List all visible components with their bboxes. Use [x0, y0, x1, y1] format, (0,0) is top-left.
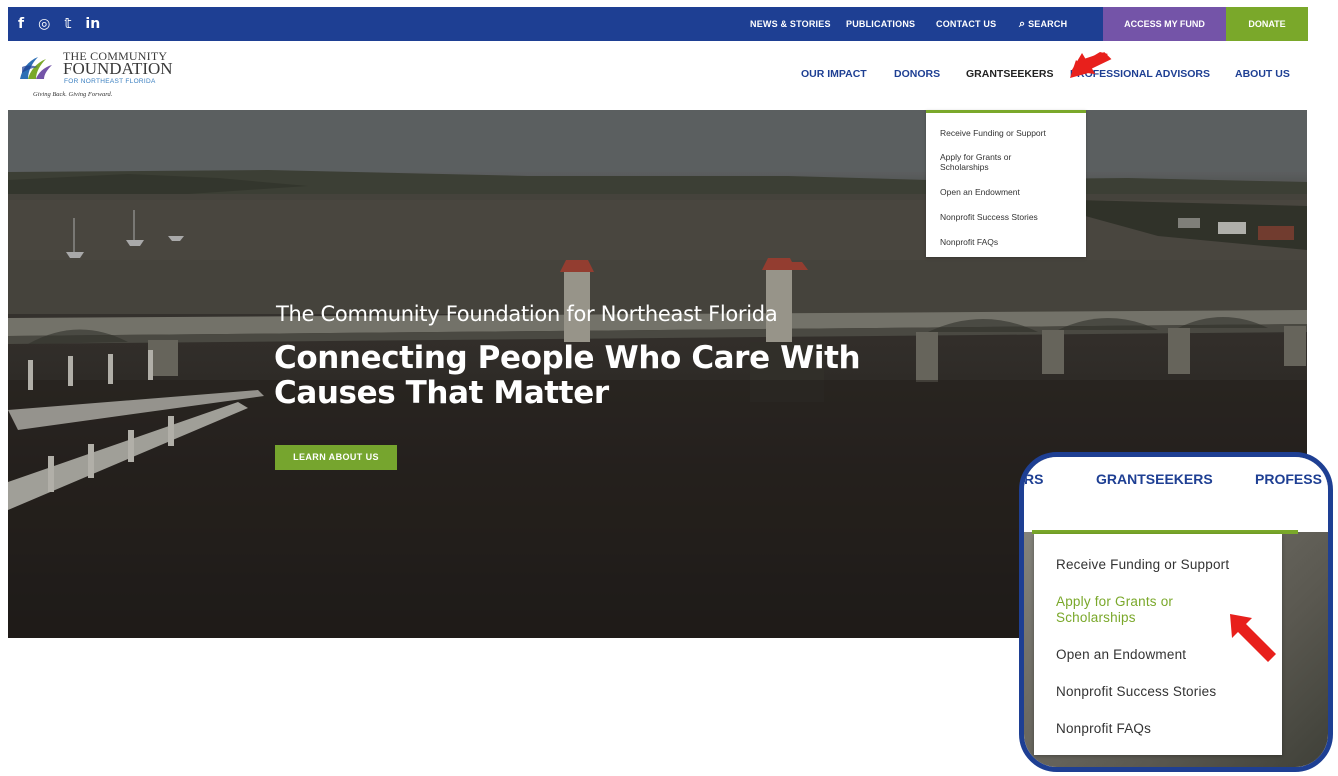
logo-tagline: Giving Back. Giving Forward. [33, 91, 113, 98]
donate-button[interactable]: DONATE [1226, 7, 1308, 41]
nav-our-impact[interactable]: OUR IMPACT [801, 68, 867, 80]
zoom-item-faqs[interactable]: Nonprofit FAQs [1056, 721, 1276, 737]
dropdown-item-success-stories[interactable]: Nonprofit Success Stories [940, 212, 1080, 222]
zoom-item-success-stories[interactable]: Nonprofit Success Stories [1056, 684, 1276, 700]
hero-title: Connecting People Who Care With Causes T… [274, 340, 861, 411]
linkedin-icon[interactable]: in [85, 7, 100, 41]
learn-about-us-button[interactable]: LEARN ABOUT US [275, 445, 397, 470]
search-icon: ⌕ [1019, 18, 1026, 30]
zoom-nav-partial-right: PROFESS [1255, 471, 1322, 487]
grantseekers-dropdown: Receive Funding or Support Apply for Gra… [926, 110, 1086, 257]
zoom-item-apply-grants[interactable]: Apply for Grants or Scholarships [1056, 594, 1226, 626]
news-stories-link[interactable]: NEWS & STORIES [750, 7, 831, 41]
zoom-item-receive-funding[interactable]: Receive Funding or Support [1056, 557, 1276, 573]
annotation-arrow-zoom [1230, 614, 1276, 662]
facebook-icon[interactable]: f [18, 7, 24, 41]
logo-text-line2: FOUNDATION [63, 59, 173, 78]
foundation-logo-icon [20, 57, 52, 79]
hero-subtitle: The Community Foundation for Northeast F… [276, 302, 778, 326]
zoom-nav-strip [1024, 457, 1328, 532]
dropdown-item-faqs[interactable]: Nonprofit FAQs [940, 237, 1080, 247]
publications-link[interactable]: PUBLICATIONS [846, 7, 915, 41]
twitter-icon[interactable]: 𝕥 [64, 7, 71, 41]
nav-grantseekers[interactable]: GRANTSEEKERS [966, 68, 1054, 80]
zoom-nav-grantseekers[interactable]: GRANTSEEKERS [1096, 471, 1213, 487]
zoom-callout: RS GRANTSEEKERS PROFESS Receive Funding … [1019, 452, 1333, 772]
dropdown-item-open-endowment[interactable]: Open an Endowment [940, 187, 1080, 197]
instagram-icon[interactable]: ◎ [38, 7, 50, 41]
dropdown-item-receive-funding[interactable]: Receive Funding or Support [940, 128, 1080, 138]
access-my-fund-button[interactable]: ACCESS MY FUND [1103, 7, 1226, 41]
search-label: SEARCH [1028, 19, 1068, 29]
contact-us-link[interactable]: CONTACT US [936, 7, 996, 41]
social-links: f ◎ 𝕥 in [18, 7, 100, 41]
utility-bar: f ◎ 𝕥 in NEWS & STORIES PUBLICATIONS CON… [8, 7, 1308, 41]
logo-text-line3: FOR NORTHEAST FLORIDA [64, 78, 156, 85]
nav-donors[interactable]: DONORS [894, 68, 940, 80]
zoom-nav-partial-left: RS [1024, 471, 1044, 487]
nav-about-us[interactable]: ABOUT US [1235, 68, 1290, 80]
site-logo[interactable]: THE COMMUNITY FOUNDATION FOR NORTHEAST F… [18, 47, 198, 103]
annotation-arrow-top [1070, 52, 1112, 78]
search-link[interactable]: ⌕ SEARCH [1019, 7, 1067, 41]
dropdown-item-apply-grants[interactable]: Apply for Grants or Scholarships [940, 152, 1058, 172]
